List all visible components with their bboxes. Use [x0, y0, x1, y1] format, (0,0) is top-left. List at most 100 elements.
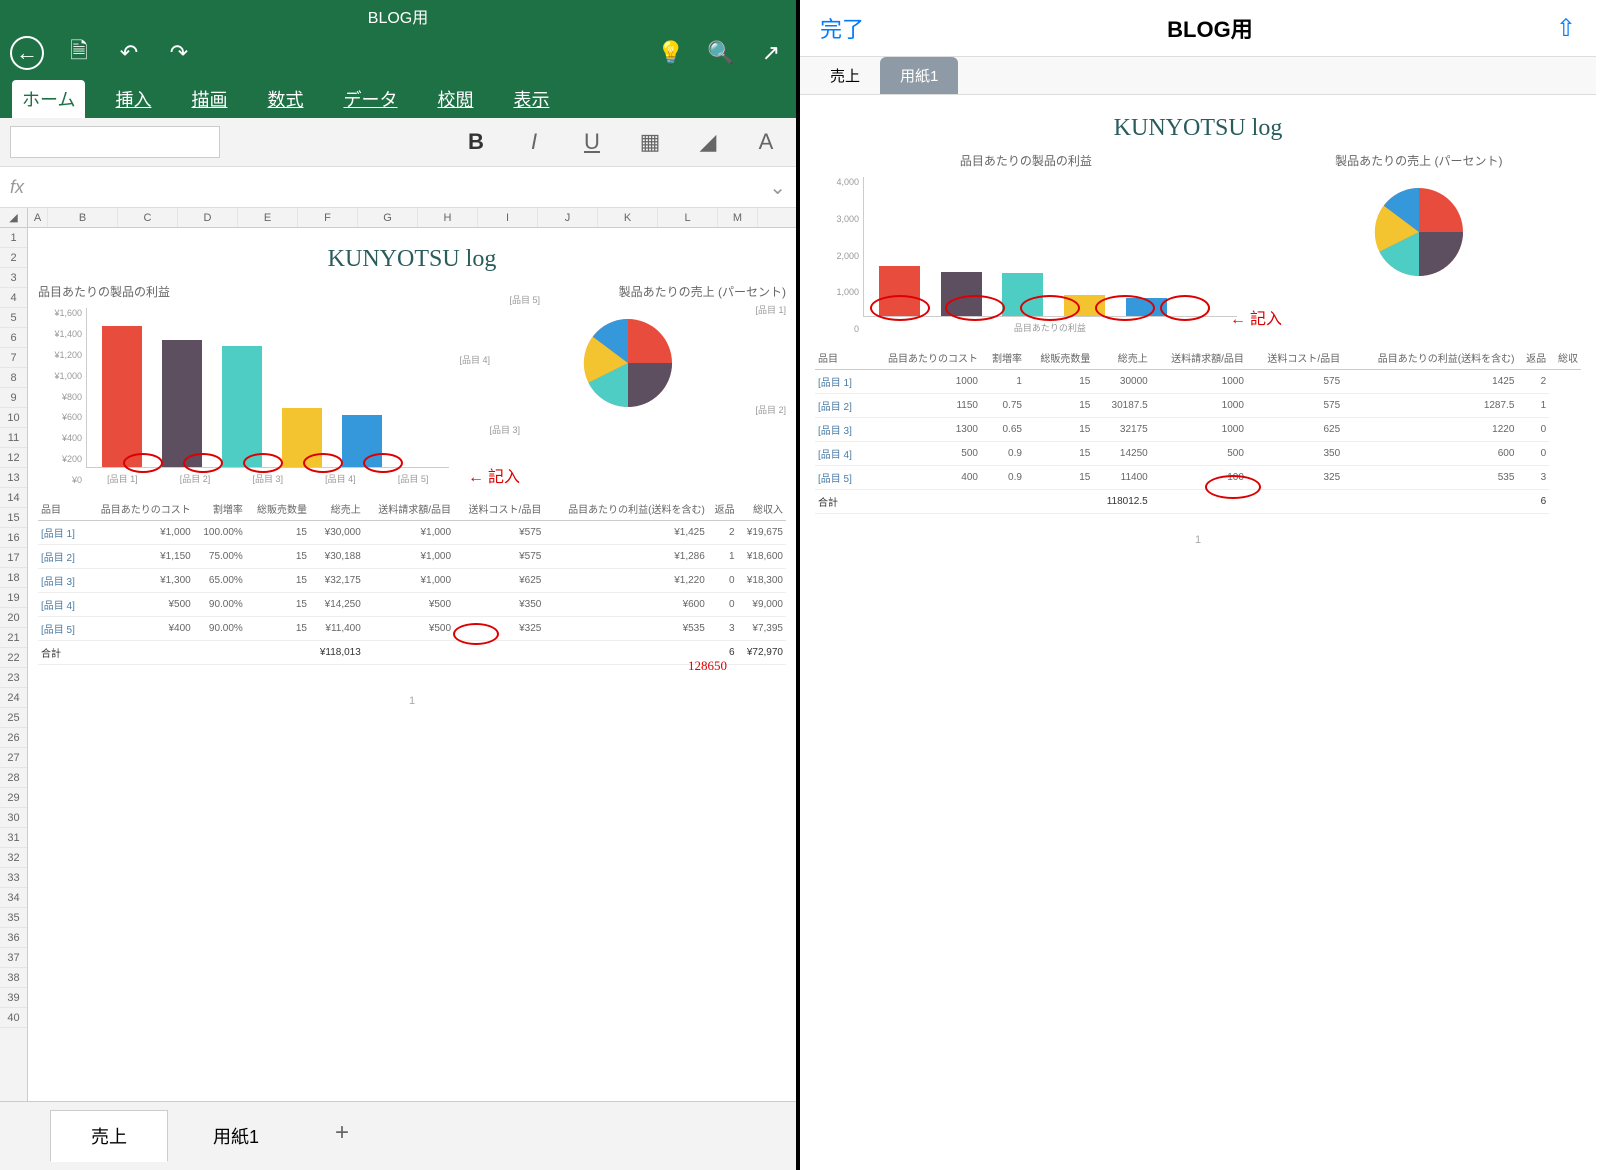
italic-button[interactable]: I: [514, 126, 554, 158]
sheet-tab-sales[interactable]: 売上: [50, 1110, 168, 1162]
table-header: 割増率: [981, 346, 1025, 370]
y-axis-labels: ¥1,600¥1,400¥1,200¥1,000¥800¥600¥400¥200…: [38, 308, 82, 485]
bold-button[interactable]: B: [456, 126, 496, 158]
fx-label: fx: [10, 177, 50, 198]
y-axis-labels-right: 4,0003,0002,0001,0000: [815, 177, 859, 334]
row-headers: ◢ 12345678910111213141516171819202122232…: [0, 208, 28, 1101]
table-header: 品目あたりの利益(送料を含む): [544, 497, 707, 521]
table-row: [品目 2]¥1,15075.00%15¥30,188¥1,000¥575¥1,…: [38, 545, 786, 569]
chevron-down-icon[interactable]: ⌄: [769, 175, 786, 200]
table-row: [品目 5]¥40090.00%15¥11,400¥500¥325¥5353¥7…: [38, 617, 786, 641]
numbers-toolbar: 完了 BLOG用 ⇧: [800, 0, 1596, 57]
page-number-right: 1: [815, 534, 1581, 546]
name-box[interactable]: [10, 126, 220, 158]
font-color-button[interactable]: A: [746, 126, 786, 158]
table-header: 総売上: [1093, 346, 1150, 370]
share-icon[interactable]: ⇧: [1556, 14, 1576, 43]
formula-input[interactable]: [50, 173, 769, 201]
table-header: 送料コスト/品目: [1247, 346, 1343, 370]
table-header: 総販売数量: [1025, 346, 1093, 370]
format-bar: B I U ▦ ◢ A: [0, 118, 796, 167]
pie-chart-right: 製品あたりの売上 (パーセント): [1257, 152, 1581, 334]
table-row: [品目 3]¥1,30065.00%15¥32,175¥1,000¥625¥1,…: [38, 569, 786, 593]
pie-chart-title-right: 製品あたりの売上 (パーセント): [1257, 152, 1581, 169]
sheet-content[interactable]: KUNYOTSU log 品目あたりの製品の利益 ¥1,600¥1,400¥1,…: [28, 228, 796, 1101]
table-header: 品目あたりの利益(送料を含む): [1343, 346, 1517, 370]
share-icon[interactable]: ↗: [756, 38, 786, 68]
ribbon-tabs: ホーム 挿入 描画 数式 データ 校閲 表示: [0, 74, 796, 118]
ribbon-tab-data[interactable]: データ: [333, 80, 407, 118]
undo-icon[interactable]: ↶: [114, 38, 144, 68]
bar-4: [282, 408, 322, 467]
pie-chart-left: 製品あたりの売上 (パーセント) [品目 1] [品目 2] [品目 3]: [469, 283, 786, 485]
bar-area: [86, 308, 449, 468]
doc-title-right: KUNYOTSU log: [815, 115, 1581, 142]
pie-svg: [573, 308, 683, 418]
column-headers: ABCDEFGHIJKLM: [28, 208, 796, 228]
select-all-corner[interactable]: ◢: [0, 208, 27, 228]
bar-area-right: [863, 177, 1237, 317]
table-header: 品目あたりのコスト: [864, 346, 981, 370]
ribbon-tab-draw[interactable]: 描画: [181, 80, 237, 118]
x-axis-labels: [品目 1][品目 2][品目 3][品目 4][品目 5]: [86, 472, 449, 485]
table-header: 割増率: [194, 497, 246, 521]
table-row: [品目 2]11500.751530187.510005751287.51: [815, 394, 1581, 418]
table-header: 送料請求額/品目: [364, 497, 454, 521]
border-button[interactable]: ▦: [630, 126, 670, 158]
table-header: 総売上: [310, 497, 364, 521]
table-row: [品目 5]4000.915114001003255353: [815, 466, 1581, 490]
excel-toolbar: ← 🗎 ↶ ↷ 💡 🔍 ↗: [0, 32, 796, 74]
table-total-row: 合計118012.56: [815, 490, 1581, 514]
bar-1: [102, 326, 142, 468]
table-header: 品目: [815, 346, 864, 370]
table-row: [品目 1]100011530000100057514252: [815, 370, 1581, 394]
ribbon-tab-home[interactable]: ホーム: [12, 80, 85, 118]
add-sheet-button[interactable]: +: [304, 1110, 380, 1162]
excel-titlebar: BLOG用 ← 🗎 ↶ ↷ 💡 🔍 ↗ ホーム 挿入 描画 数式 データ 校閲 …: [0, 0, 796, 118]
numbers-title: BLOG用: [1167, 12, 1253, 44]
bar-chart-title: 品目あたりの製品の利益: [38, 283, 449, 300]
num-tab-paper1[interactable]: 用紙1: [880, 57, 958, 94]
ribbon-tab-formulas[interactable]: 数式: [257, 80, 313, 118]
bar-3: [1002, 273, 1043, 316]
table-header: 総販売数量: [246, 497, 310, 521]
table-header: 返品: [1517, 346, 1549, 370]
table-row: [品目 4]5000.915142505003506000: [815, 442, 1581, 466]
fill-color-button[interactable]: ◢: [688, 126, 728, 158]
numbers-sheet-tabs: 売上 用紙1: [800, 57, 1596, 95]
table-header: 送料請求額/品目: [1151, 346, 1247, 370]
ribbon-tab-insert[interactable]: 挿入: [105, 80, 161, 118]
sheet-tab-paper1[interactable]: 用紙1: [172, 1110, 300, 1162]
lightbulb-icon[interactable]: 💡: [656, 38, 686, 68]
excel-app-title: BLOG用: [0, 0, 796, 32]
bar-4: [1064, 295, 1105, 316]
num-tab-sales[interactable]: 売上: [810, 57, 880, 94]
bar-2: [941, 272, 982, 316]
sub-label: 品目あたりの利益: [863, 321, 1237, 334]
ribbon-tab-review[interactable]: 校閲: [427, 80, 483, 118]
table-row: [品目 1]¥1,000100.00%15¥30,000¥1,000¥575¥1…: [38, 521, 786, 545]
spreadsheet-grid[interactable]: ◢ 12345678910111213141516171819202122232…: [0, 208, 796, 1101]
done-button[interactable]: 完了: [820, 12, 864, 44]
redo-icon[interactable]: ↷: [164, 38, 194, 68]
bar-5: [1126, 298, 1167, 316]
excel-pane: BLOG用 ← 🗎 ↶ ↷ 💡 🔍 ↗ ホーム 挿入 描画 数式 データ 校閲 …: [0, 0, 800, 1170]
page-number: 1: [38, 695, 786, 707]
table-total-row: 合計¥118,0136¥72,970: [38, 641, 786, 665]
underline-button[interactable]: U: [572, 126, 612, 158]
pie-svg-right: [1364, 177, 1474, 287]
table-header: 送料コスト/品目: [454, 497, 544, 521]
bar-chart-title-right: 品目あたりの製品の利益: [815, 152, 1237, 169]
numbers-content[interactable]: KUNYOTSU log 品目あたりの製品の利益 4,0003,0002,000…: [800, 95, 1596, 1170]
ribbon-tab-view[interactable]: 表示: [503, 80, 559, 118]
file-icon[interactable]: 🗎: [64, 38, 94, 68]
search-icon[interactable]: 🔍: [706, 38, 736, 68]
data-table-left: 品目品目あたりのコスト割増率総販売数量総売上送料請求額/品目送料コスト/品目品目…: [38, 497, 786, 665]
numbers-pane: 完了 BLOG用 ⇧ 売上 用紙1 KUNYOTSU log 品目あたりの製品の…: [800, 0, 1596, 1170]
data-table-right: 品目品目あたりのコスト割増率総販売数量総売上送料請求額/品目送料コスト/品目品目…: [815, 346, 1581, 514]
bar-1: [879, 266, 920, 316]
table-header: 総収入: [738, 497, 786, 521]
formula-bar: fx ⌄: [0, 167, 796, 208]
table-row: [品目 3]13000.651532175100062512200: [815, 418, 1581, 442]
back-icon[interactable]: ←: [10, 36, 44, 70]
